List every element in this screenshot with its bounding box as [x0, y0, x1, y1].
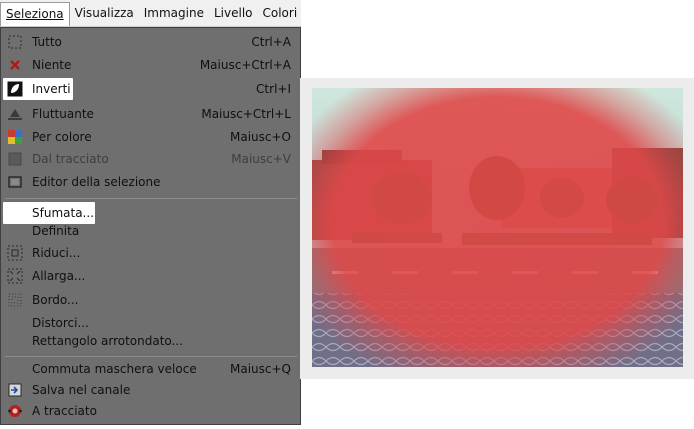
menu-item-riduci[interactable]: Riduci...	[1, 242, 300, 264]
menu-immagine[interactable]: Immagine	[139, 2, 209, 24]
border-selection-icon	[7, 292, 23, 308]
menu-item-label: A tracciato	[32, 404, 97, 418]
menu-item-label: Tutto	[32, 35, 62, 49]
menu-item-per-colore[interactable]: Per colore Maiusc+O	[1, 126, 300, 148]
grow-selection-icon	[7, 268, 23, 284]
menu-livello[interactable]: Livello	[209, 2, 258, 24]
menu-item-tutto[interactable]: Tutto Ctrl+A	[1, 31, 300, 53]
menubar: Seleziona Visualizza Immagine Livello Co…	[0, 0, 301, 27]
menu-item-allarga[interactable]: Allarga...	[1, 265, 300, 287]
menu-item-label: Distorci...	[32, 316, 89, 330]
menu-item-label: Inverti	[32, 82, 71, 96]
menu-item-label: Allarga...	[32, 269, 86, 283]
save-to-channel-icon	[7, 382, 23, 398]
menu-item-inverti[interactable]: Inverti Ctrl+I	[1, 78, 300, 100]
menu-item-bordo[interactable]: Bordo...	[1, 289, 300, 311]
menu-visualizza-label: Visualizza	[74, 6, 134, 20]
menu-item-fluttuante[interactable]: Fluttuante Maiusc+Ctrl+L	[1, 103, 300, 125]
select-none-icon	[7, 57, 23, 73]
menu-item-shortcut: Maiusc+V	[231, 152, 291, 166]
menu-item-dal-tracciato: Dal tracciato Maiusc+V	[1, 148, 300, 170]
floating-selection-icon	[7, 106, 23, 122]
menu-item-label: Fluttuante	[32, 107, 94, 121]
menu-colori[interactable]: Colori	[258, 2, 302, 24]
menu-item-label: Niente	[32, 58, 72, 72]
menu-visualizza[interactable]: Visualizza	[70, 2, 139, 24]
menu-item-label: Definita	[32, 224, 80, 238]
menu-item-editor-della-selezione[interactable]: Editor della selezione	[1, 171, 300, 193]
menu-item-shortcut: Maiusc+Ctrl+L	[201, 107, 291, 121]
select-all-icon	[7, 34, 23, 50]
menu-item-label: Rettangolo arrotondato...	[32, 334, 183, 348]
menu-item-salva-nel-canale[interactable]: Salva nel canale	[1, 379, 300, 401]
menu-separator	[5, 198, 297, 199]
menu-seleziona-label: Seleziona	[6, 7, 64, 21]
menu-item-shortcut: Ctrl+I	[256, 82, 291, 96]
menu-item-label: Salva nel canale	[32, 383, 131, 397]
menu-item-label: Editor della selezione	[32, 175, 161, 189]
menu-item-shortcut: Maiusc+O	[230, 130, 291, 144]
selection-from-path-icon	[7, 151, 23, 167]
image-canvas[interactable]	[312, 88, 683, 367]
menu-item-shortcut: Maiusc+Ctrl+A	[199, 58, 291, 72]
menu-item-label: Sfumata...	[32, 206, 94, 220]
quickmask-image	[312, 88, 683, 367]
menu-item-a-tracciato[interactable]: A tracciato	[1, 400, 300, 422]
menu-item-label: Commuta maschera veloce	[32, 362, 197, 376]
menu-colori-label: Colori	[262, 6, 298, 20]
menu-item-commuta-maschera-veloce[interactable]: Commuta maschera veloce Maiusc+Q	[1, 358, 300, 380]
menu-seleziona[interactable]: Seleziona	[0, 2, 70, 26]
menu-item-label: Riduci...	[32, 246, 81, 260]
menu-item-rettangolo-arrotondato[interactable]: Rettangolo arrotondato...	[1, 330, 300, 352]
selection-editor-icon	[7, 174, 23, 190]
seleziona-dropdown-menu: Tutto Ctrl+A Niente Maiusc+Ctrl+A Invert…	[0, 27, 301, 425]
invert-selection-icon	[7, 81, 23, 97]
menu-item-label: Dal tracciato	[32, 152, 109, 166]
select-by-color-icon	[7, 129, 23, 145]
menu-immagine-label: Immagine	[143, 6, 204, 20]
selection-to-path-icon	[7, 403, 23, 419]
menu-item-label: Per colore	[32, 130, 92, 144]
shrink-selection-icon	[7, 245, 23, 261]
menu-item-shortcut: Ctrl+A	[251, 35, 291, 49]
menu-livello-label: Livello	[213, 6, 253, 20]
menu-separator	[5, 356, 297, 357]
menu-item-shortcut: Maiusc+Q	[230, 362, 291, 376]
menu-item-niente[interactable]: Niente Maiusc+Ctrl+A	[1, 54, 300, 76]
menu-item-definita[interactable]: Definita	[1, 220, 300, 242]
menu-item-label: Bordo...	[32, 293, 79, 307]
